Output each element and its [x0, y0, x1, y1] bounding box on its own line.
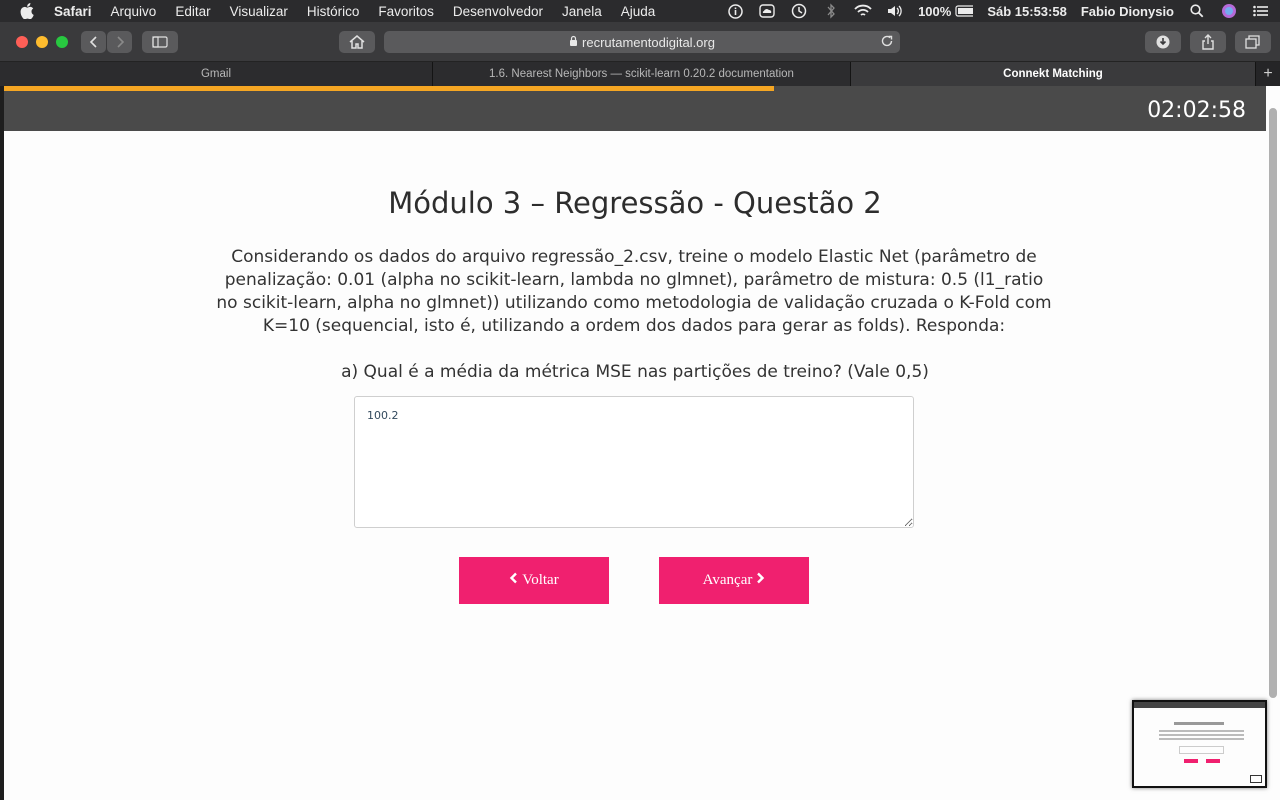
tab-scikit-learn-docs[interactable]: 1.6. Nearest Neighbors — scikit-learn 0.… — [433, 62, 851, 86]
menu-user[interactable]: Fabio Dionysio — [1081, 4, 1174, 19]
tab-gmail[interactable]: Gmail — [0, 62, 433, 86]
tab-label: 1.6. Nearest Neighbors — scikit-learn 0.… — [489, 68, 794, 80]
battery-icon[interactable] — [955, 3, 974, 19]
cloud-icon[interactable] — [758, 3, 776, 19]
siri-icon[interactable] — [1220, 3, 1238, 19]
tab-overview-button[interactable] — [1235, 31, 1271, 53]
back-button-page[interactable]: Voltar — [459, 557, 609, 604]
download-icon — [1156, 35, 1170, 49]
progress-bar — [4, 86, 774, 91]
menu-visualizar[interactable]: Visualizar — [230, 4, 288, 19]
wifi-icon[interactable] — [854, 3, 872, 19]
thumbnail-line — [1159, 734, 1244, 736]
countdown-timer: 02:02:58 — [1147, 98, 1246, 123]
answer-textarea[interactable]: 100.2 — [354, 396, 914, 528]
chevron-right-icon — [116, 36, 124, 48]
thumbnail-corner — [1250, 775, 1262, 783]
share-button[interactable] — [1190, 31, 1226, 53]
menu-editar[interactable]: Editar — [175, 4, 210, 19]
menu-extras: 100% Sáb 15:53:58 Fabio Dionysio — [726, 0, 1270, 22]
reload-icon[interactable] — [880, 34, 894, 51]
tab-label: Gmail — [200, 68, 232, 80]
page-title: Módulo 3 – Regressão - Questão 2 — [388, 186, 882, 220]
menu-clock[interactable]: Sáb 15:53:58 — [987, 4, 1067, 19]
question-text: Considerando os dados do arquivo regress… — [216, 247, 1052, 336]
tab-connekt-matching[interactable]: Connekt Matching — [851, 62, 1256, 86]
scrollbar-thumb[interactable] — [1269, 108, 1277, 698]
info-icon[interactable] — [726, 3, 744, 19]
subquestion-text: a) Qual é a média da métrica MSE nas par… — [341, 362, 929, 382]
web-page: 02:02:58 Módulo 3 – Regressão - Questão … — [4, 86, 1266, 800]
sidebar-icon — [152, 36, 168, 48]
spotlight-search-icon[interactable] — [1188, 3, 1206, 19]
address-bar[interactable]: recrutamentodigital.org — [384, 31, 900, 53]
url-text: recrutamentodigital.org — [582, 34, 715, 50]
thumbnail-button — [1184, 759, 1198, 763]
minimize-window-button[interactable] — [36, 36, 48, 48]
time-machine-icon[interactable] — [790, 3, 808, 19]
home-button[interactable] — [339, 31, 375, 53]
menu-desenvolvedor[interactable]: Desenvolvedor — [453, 4, 543, 19]
page-header: 02:02:58 — [4, 86, 1266, 131]
tab-bar: Gmail 1.6. Nearest Neighbors — scikit-le… — [0, 62, 1280, 86]
home-icon — [349, 35, 365, 49]
menu-favoritos[interactable]: Favoritos — [378, 4, 434, 19]
plus-icon: + — [1263, 65, 1273, 82]
thumbnail-header — [1134, 702, 1265, 708]
safari-toolbar: recrutamentodigital.org — [0, 22, 1280, 62]
thumbnail-line — [1159, 730, 1244, 732]
sidebar-toggle-button[interactable] — [142, 31, 178, 53]
back-button-label: Voltar — [522, 572, 559, 588]
zoom-window-button[interactable] — [56, 36, 68, 48]
menu-janela[interactable]: Janela — [562, 4, 602, 19]
next-button[interactable]: Avançar — [659, 557, 809, 604]
tabs-icon — [1245, 35, 1260, 49]
menu-arquivo[interactable]: Arquivo — [111, 4, 157, 19]
downloads-button[interactable] — [1145, 31, 1181, 53]
thumbnail-button — [1206, 759, 1220, 763]
menu-historico[interactable]: Histórico — [307, 4, 360, 19]
page-scrollbar[interactable] — [1266, 86, 1280, 800]
next-button-label: Avançar — [702, 572, 753, 588]
chevron-left-icon — [89, 36, 97, 48]
forward-button[interactable] — [107, 31, 132, 53]
close-window-button[interactable] — [16, 36, 28, 48]
thumbnail-line — [1159, 738, 1244, 740]
thumbnail-title — [1174, 722, 1224, 725]
tab-label: Connekt Matching — [1003, 68, 1103, 80]
new-tab-button[interactable]: + — [1256, 62, 1280, 86]
apple-menu-icon[interactable] — [18, 2, 36, 20]
menu-bar: Safari Arquivo Editar Visualizar Históri… — [0, 0, 1280, 22]
screenshot-thumbnail[interactable] — [1132, 700, 1267, 788]
thumbnail-textbox — [1179, 746, 1224, 754]
volume-icon[interactable] — [886, 3, 904, 19]
chevron-right-icon — [756, 572, 765, 589]
share-icon — [1202, 34, 1214, 50]
chevron-left-icon — [509, 572, 518, 589]
menu-ajuda[interactable]: Ajuda — [621, 4, 656, 19]
battery-percent: 100% — [918, 3, 952, 19]
lock-icon — [569, 35, 578, 49]
menu-app-safari[interactable]: Safari — [54, 4, 92, 19]
bluetooth-icon[interactable] — [822, 3, 840, 19]
back-button[interactable] — [81, 31, 106, 53]
notification-center-icon[interactable] — [1252, 3, 1270, 19]
